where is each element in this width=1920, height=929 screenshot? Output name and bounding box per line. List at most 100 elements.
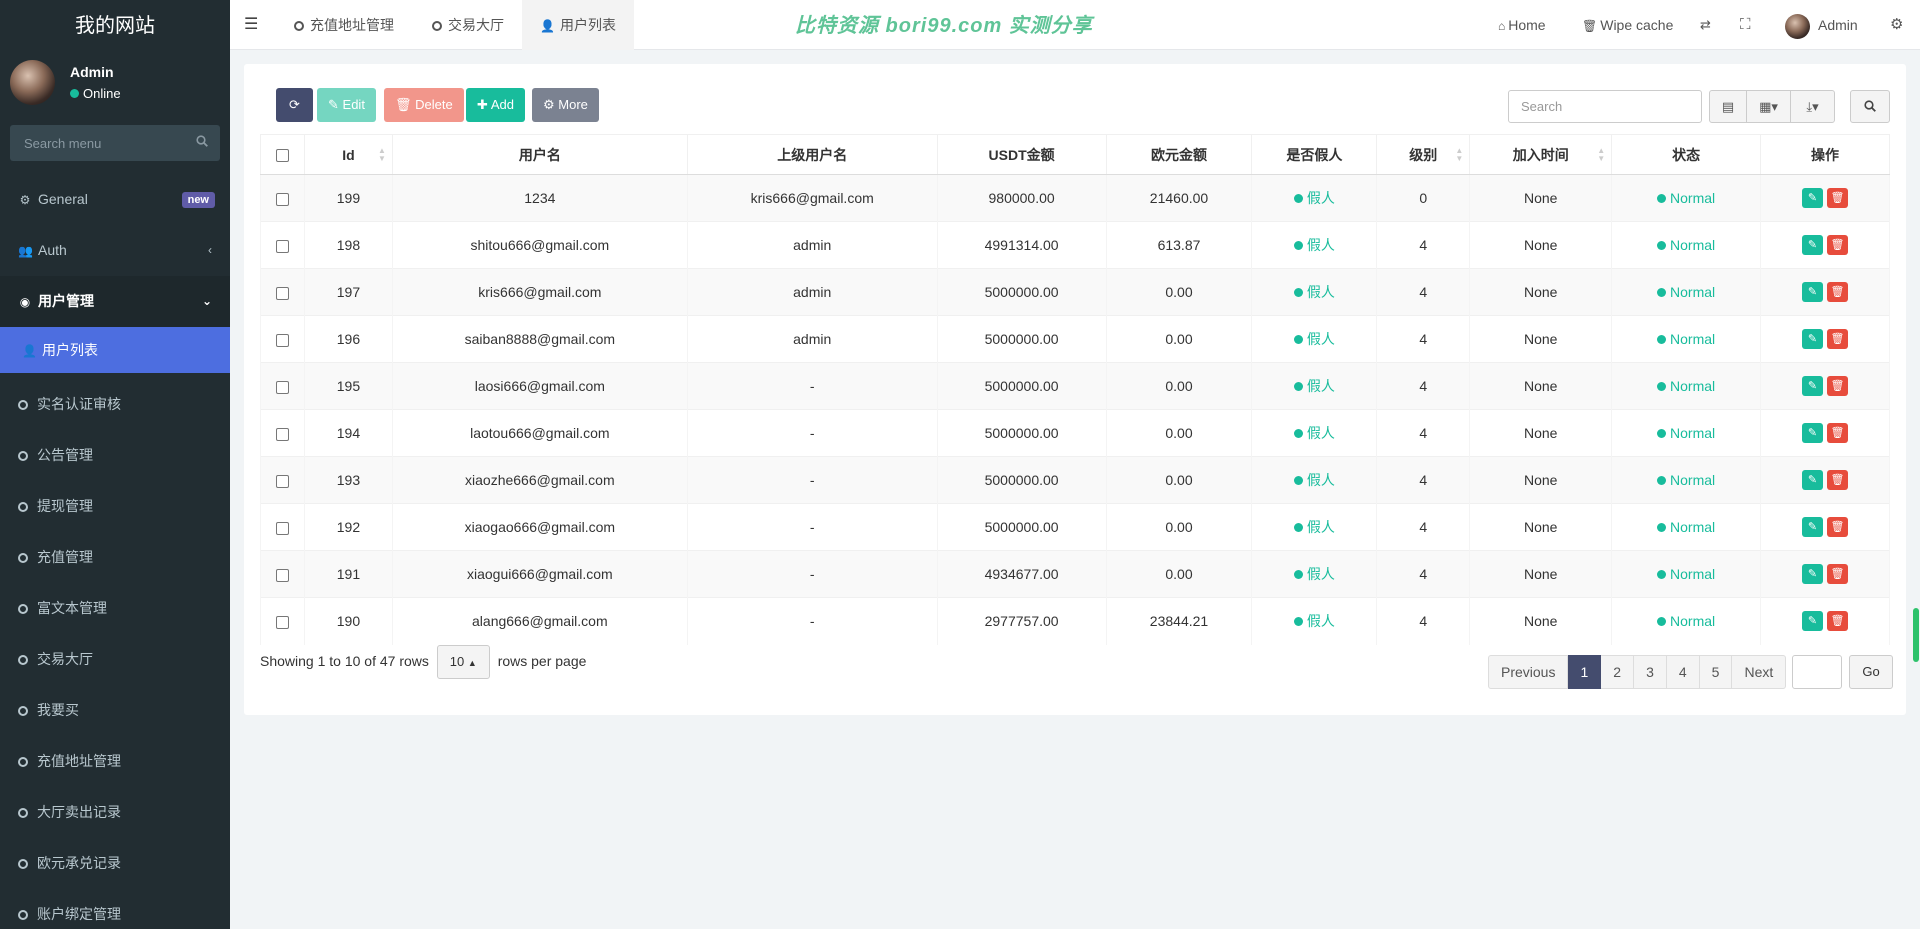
gear-icon[interactable]: ⚙	[1890, 0, 1903, 50]
translate-icon[interactable]: ⇄	[1700, 0, 1711, 50]
chevron-left-icon: ‹	[208, 243, 212, 257]
sidebar-item-euro-records[interactable]: 欧元承兑记录	[0, 838, 230, 889]
tab-trading-hall[interactable]: 交易大厅	[414, 0, 522, 50]
edit-row-button[interactable]: ✎	[1802, 423, 1824, 443]
refresh-button[interactable]: ⟳	[276, 88, 313, 122]
fake-label: 假人	[1306, 190, 1335, 206]
edit-row-button[interactable]: ✎	[1802, 611, 1824, 632]
table-search-input[interactable]	[1509, 91, 1701, 122]
sidebar-item-general[interactable]: ⚙ General new	[0, 174, 230, 225]
page-button[interactable]: 2	[1601, 655, 1635, 689]
edit-row-button[interactable]: ✎	[1802, 517, 1824, 537]
sidebar-item-user-list[interactable]: 👤 用户列表	[0, 327, 230, 373]
sidebar-item-label: 富文本管理	[37, 600, 107, 616]
row-checkbox[interactable]	[275, 333, 289, 347]
more-button[interactable]: ⚙ More	[532, 88, 599, 122]
menu-search-input[interactable]	[10, 125, 220, 161]
col-id[interactable]: Id ▲ ▼	[303, 134, 393, 175]
page-size-select[interactable]: 10 ▲	[436, 645, 490, 679]
delete-row-button[interactable]: 🗑	[1827, 517, 1849, 537]
sidebar-item-hall-sales[interactable]: 大厅卖出记录	[0, 787, 230, 838]
row-checkbox[interactable]	[275, 616, 289, 630]
cell-id: 190	[303, 597, 393, 645]
menu-search	[10, 125, 220, 161]
home-link[interactable]: ⌂ Home	[1498, 0, 1546, 51]
user-name: Admin	[70, 64, 114, 80]
add-button[interactable]: ✚ Add	[466, 88, 525, 122]
delete-button[interactable]: 🗑 Delete	[384, 88, 464, 122]
page-jump-input[interactable]	[1792, 655, 1842, 689]
delete-row-button[interactable]: 🗑	[1827, 329, 1849, 349]
header-label: Id	[342, 146, 355, 163]
sidebar-item-label: 账户绑定管理	[37, 906, 121, 922]
user-panel: Admin Online	[0, 50, 230, 120]
delete-row-button[interactable]: 🗑	[1827, 564, 1849, 584]
row-checkbox[interactable]	[275, 521, 289, 535]
edit-button[interactable]: ✎ Edit	[317, 88, 376, 122]
sidebar-item-withdrawals[interactable]: 提现管理	[0, 481, 230, 532]
page-button[interactable]: 3	[1634, 655, 1667, 689]
page-button[interactable]: 5	[1699, 655, 1733, 689]
edit-row-button[interactable]: ✎	[1802, 282, 1824, 302]
sidebar-item-richtext[interactable]: 富文本管理	[0, 583, 230, 634]
fullscreen-icon[interactable]: ⛶	[1740, 0, 1751, 50]
edit-row-button[interactable]: ✎	[1802, 188, 1824, 208]
sidebar-item-label: General	[38, 191, 88, 207]
cell-join-time: None	[1469, 174, 1613, 222]
page-button[interactable]: 1	[1568, 655, 1602, 689]
toggle-view-button[interactable]: ▤	[1709, 90, 1747, 123]
advanced-search-button[interactable]	[1850, 90, 1890, 123]
sidebar-item-announcements[interactable]: 公告管理	[0, 430, 230, 481]
next-page-button[interactable]: Next	[1732, 655, 1787, 689]
admin-menu[interactable]: Admin	[1785, 0, 1858, 50]
edit-row-button[interactable]: ✎	[1802, 564, 1824, 584]
tab-user-list[interactable]: 👤 用户列表	[522, 0, 634, 50]
cell-join-time: None	[1469, 409, 1613, 457]
sidebar-item-buy[interactable]: 我要买	[0, 685, 230, 736]
export-button[interactable]: ⤓▾	[1790, 90, 1835, 123]
search-icon[interactable]	[196, 135, 208, 147]
scrollbar[interactable]	[1912, 600, 1920, 670]
delete-row-button[interactable]: 🗑	[1827, 282, 1849, 302]
sidebar-item-trading-hall[interactable]: 交易大厅	[0, 634, 230, 685]
row-checkbox[interactable]	[275, 286, 289, 300]
row-checkbox[interactable]	[275, 568, 289, 582]
row-checkbox[interactable]	[275, 474, 289, 488]
delete-row-button[interactable]: 🗑	[1827, 470, 1849, 490]
site-logo[interactable]: 我的网站	[0, 0, 230, 50]
wipe-cache-button[interactable]: 🗑 Wipe cache	[1582, 0, 1673, 51]
tab-recharge-address[interactable]: 充值地址管理	[276, 0, 412, 50]
col-join-time[interactable]: 加入时间 ▲ ▼	[1469, 134, 1613, 175]
cell-status: Normal	[1611, 409, 1762, 457]
row-checkbox[interactable]	[275, 239, 289, 253]
hamburger-icon[interactable]: ☰	[244, 0, 258, 50]
page-button[interactable]: 4	[1666, 655, 1700, 689]
sidebar-item-account-binding[interactable]: 账户绑定管理	[0, 889, 230, 929]
scrollbar-thumb[interactable]	[1913, 608, 1919, 662]
col-level[interactable]: 级别 ▲ ▼	[1376, 134, 1471, 175]
edit-row-button[interactable]: ✎	[1802, 376, 1824, 396]
sidebar-item-user-management[interactable]: ◉ 用户管理 ⌄	[0, 276, 230, 327]
columns-button[interactable]: ▦▾	[1746, 90, 1791, 123]
edit-row-button[interactable]: ✎	[1802, 470, 1824, 490]
go-button[interactable]: Go	[1849, 655, 1893, 689]
sidebar-item-auth[interactable]: 👥 Auth ‹	[0, 225, 230, 276]
delete-row-button[interactable]: 🗑	[1827, 188, 1849, 208]
row-operations: ✎ 🗑	[1760, 315, 1890, 363]
sidebar-item-recharges[interactable]: 充值管理	[0, 532, 230, 583]
previous-page-button[interactable]: Previous	[1488, 655, 1569, 689]
edit-row-button[interactable]: ✎	[1802, 329, 1824, 349]
card-view-icon: ▤	[1721, 99, 1735, 114]
select-all-checkbox[interactable]	[275, 149, 289, 163]
delete-row-button[interactable]: 🗑	[1827, 611, 1849, 632]
edit-row-button[interactable]: ✎	[1802, 235, 1824, 255]
row-checkbox[interactable]	[275, 192, 289, 206]
sidebar-item-recharge-address[interactable]: 充值地址管理	[0, 736, 230, 787]
delete-row-button[interactable]: 🗑	[1827, 235, 1849, 255]
delete-row-button[interactable]: 🗑	[1827, 376, 1849, 396]
status-label: Online	[83, 86, 121, 101]
delete-row-button[interactable]: 🗑	[1827, 423, 1849, 443]
row-checkbox[interactable]	[275, 380, 289, 394]
sidebar-item-realname-review[interactable]: 实名认证审核	[0, 379, 230, 430]
row-checkbox[interactable]	[275, 427, 289, 441]
